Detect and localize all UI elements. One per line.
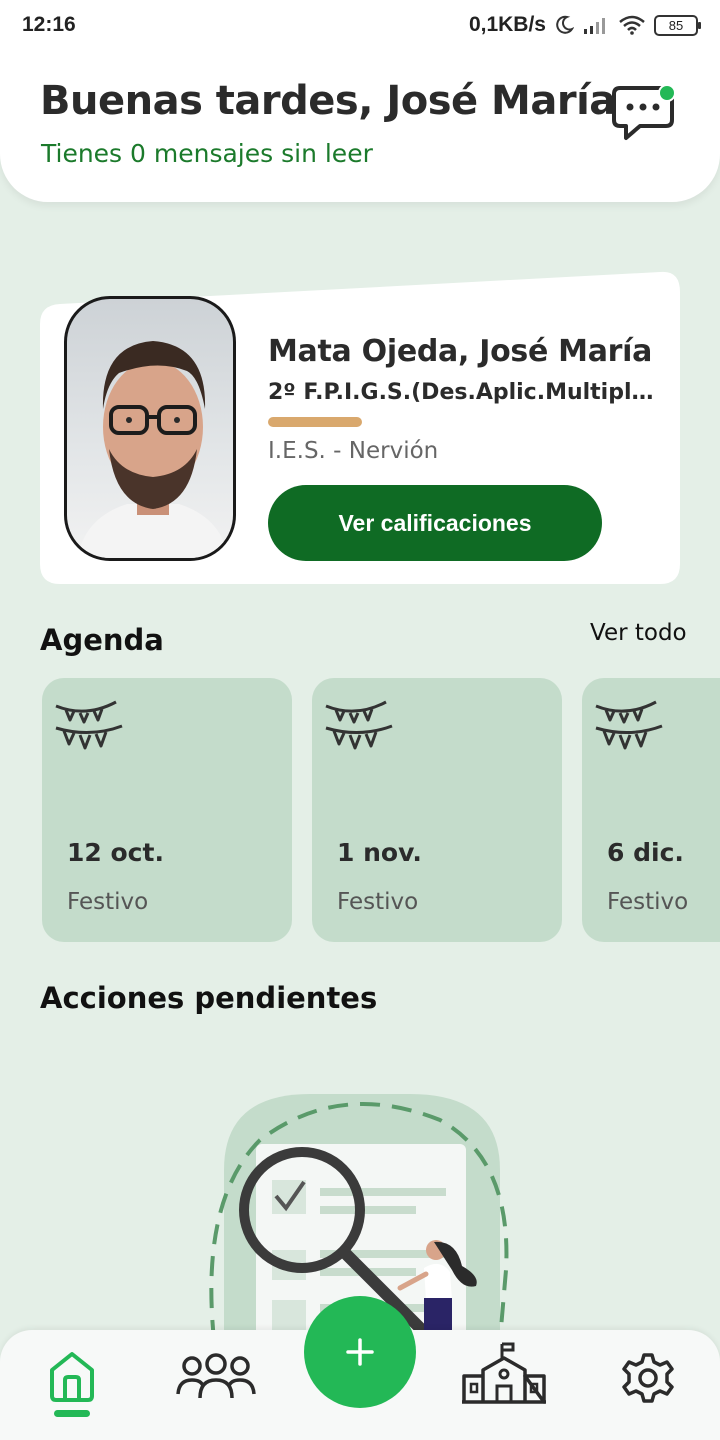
student-school: I.E.S. - Nervión — [268, 438, 439, 464]
nav-school[interactable] — [461, 1342, 547, 1408]
view-grades-button[interactable]: Ver calificaciones — [268, 485, 602, 561]
nav-home[interactable] — [46, 1348, 98, 1408]
plus-icon — [346, 1338, 374, 1366]
student-name: Mata Ojeda, José María — [268, 334, 653, 369]
agenda-card[interactable]: 12 oct. Festivo — [42, 678, 292, 942]
agenda-title: Agenda — [40, 623, 164, 657]
home-icon — [50, 1352, 94, 1402]
messages-button[interactable] — [610, 82, 680, 144]
student-profile-card: Mata Ojeda, José María 2º F.P.I.G.S.(Des… — [40, 270, 680, 584]
wifi-icon — [619, 15, 645, 35]
signal-icon — [584, 18, 605, 34]
greeting-title: Buenas tardes, José María — [40, 78, 616, 124]
student-course: 2º F.P.I.G.S.(Des.Aplic.Multipl… — [268, 380, 654, 405]
network-speed: 0,1KB/s — [468, 13, 546, 36]
add-button[interactable] — [304, 1296, 416, 1408]
nav-people[interactable] — [175, 1352, 257, 1406]
course-accent-bar — [268, 417, 362, 427]
pending-actions-title: Acciones pendientes — [40, 981, 378, 1015]
agenda-card[interactable]: 1 nov. Festivo — [312, 678, 562, 942]
header: 12:16 0,1KB/s 85 Buenas tardes, José Mar… — [0, 0, 720, 202]
battery-indicator: 85 — [654, 14, 701, 36]
nav-active-indicator — [54, 1410, 90, 1417]
agenda-type: Festivo — [607, 889, 689, 915]
nav-settings[interactable] — [622, 1352, 674, 1408]
moon-icon — [556, 15, 574, 34]
agenda-carousel[interactable]: 12 oct. Festivo 1 nov. Festivo 6 dic. Fe… — [42, 678, 720, 942]
agenda-date: 6 dic. — [607, 838, 684, 867]
unread-messages-text: Tienes 0 mensajes sin leer — [41, 139, 373, 168]
agenda-type: Festivo — [337, 889, 419, 915]
agenda-type: Festivo — [67, 889, 149, 915]
gear-icon — [622, 1353, 674, 1403]
bunting-icon — [55, 700, 123, 750]
student-photo — [64, 296, 236, 561]
status-icons: 0,1KB/s 85 — [468, 13, 701, 37]
bunting-icon — [325, 700, 393, 750]
student-avatar-image — [77, 341, 229, 558]
people-icon — [176, 1353, 256, 1399]
status-time: 12:16 — [22, 13, 76, 36]
agenda-date: 1 nov. — [337, 838, 422, 867]
see-all-link[interactable]: Ver todo — [590, 620, 687, 646]
agenda-card[interactable]: 6 dic. Festivo — [582, 678, 720, 942]
agenda-date: 12 oct. — [67, 838, 164, 867]
school-icon — [462, 1342, 546, 1404]
bunting-icon — [595, 700, 663, 750]
notification-dot — [658, 84, 676, 102]
status-bar: 12:16 0,1KB/s 85 — [0, 0, 720, 50]
